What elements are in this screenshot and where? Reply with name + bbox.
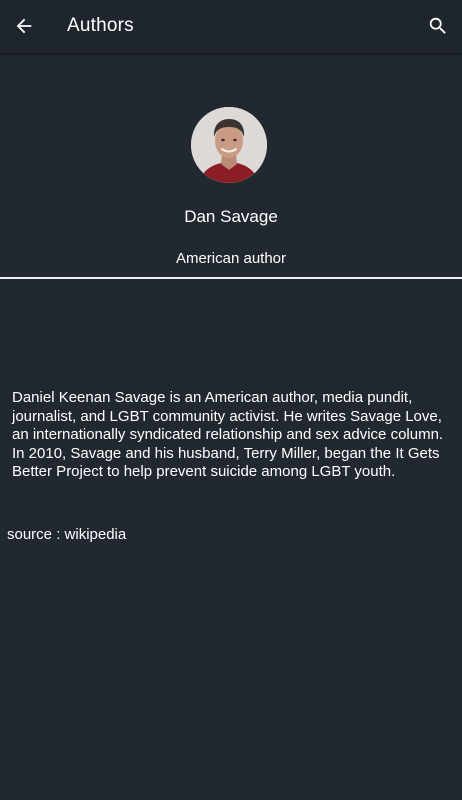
author-header: Dan Savage American author <box>0 53 462 277</box>
search-icon <box>429 17 446 34</box>
author-avatar <box>191 107 267 183</box>
author-role: American author <box>175 250 287 267</box>
page-title: Authors <box>67 15 134 36</box>
author-name: Dan Savage <box>184 207 278 226</box>
app-bar: Authors <box>0 0 462 53</box>
source-label: source : wikipedia <box>7 526 127 543</box>
search-button[interactable] <box>424 12 452 40</box>
section-divider <box>0 277 462 279</box>
author-bio: Daniel Keenan Savage is an American auth… <box>12 389 444 480</box>
arrow-back-icon <box>16 18 32 34</box>
author-photo-icon <box>191 107 267 183</box>
back-button[interactable] <box>10 12 38 40</box>
